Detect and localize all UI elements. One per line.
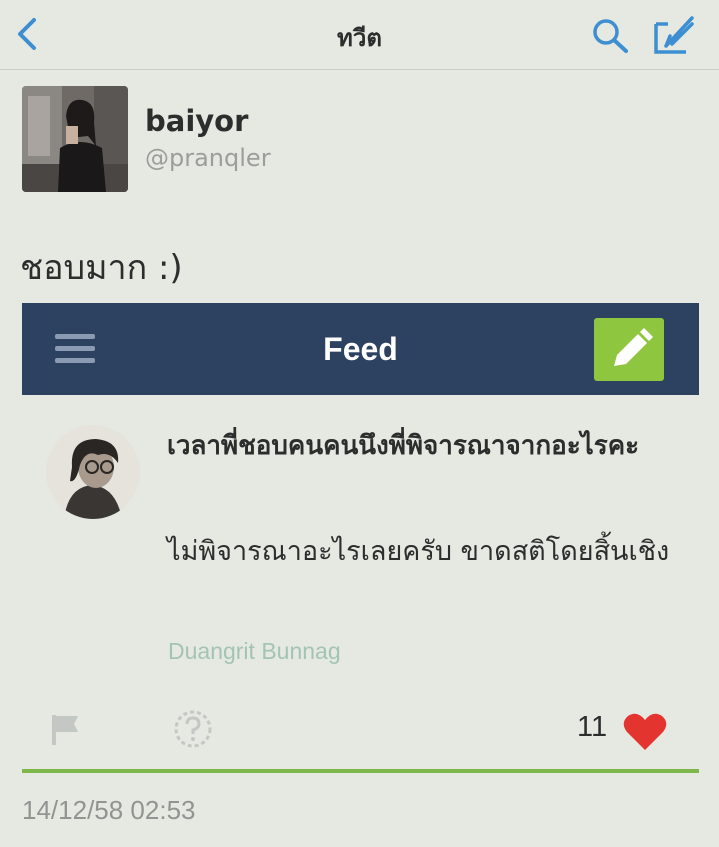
asker-avatar[interactable]	[46, 425, 140, 519]
search-icon	[593, 19, 628, 53]
heart-icon	[623, 713, 667, 750]
search-button[interactable]	[590, 16, 630, 54]
profile-photo	[22, 86, 128, 192]
like-button[interactable]	[622, 712, 668, 752]
avatar[interactable]	[22, 86, 128, 192]
answer-author[interactable]: Duangrit Bunnag	[168, 638, 341, 665]
pencil-icon	[614, 328, 653, 366]
compose-button[interactable]	[652, 14, 698, 56]
edit-button[interactable]	[594, 318, 664, 381]
flag-button[interactable]	[48, 711, 84, 747]
compose-icon	[654, 16, 694, 54]
question-text: เวลาพี่ชอบคนคนนึงพี่พิจารณาจากอะไรคะ	[167, 431, 640, 461]
display-name[interactable]: baiyor	[145, 104, 248, 138]
answer-text: ไม่พิจารณาอะไรเลยครับ ขาดสติโดยสิ้นเชิง	[167, 536, 670, 567]
like-count: 11	[577, 711, 608, 743]
question-button[interactable]	[172, 708, 214, 750]
question-circle-icon	[174, 710, 212, 748]
tweet-text: ชอบมาก :)	[20, 248, 183, 288]
flag-icon	[52, 715, 78, 745]
author-portrait	[46, 425, 140, 519]
divider	[22, 769, 699, 773]
feed-header: Feed	[22, 303, 699, 395]
embedded-screenshot[interactable]: Feed เวลาพี่ชอบคนคนนึงพี่พิจารณาจากอะไรค…	[22, 303, 699, 773]
user-handle[interactable]: @pranqler	[145, 144, 271, 172]
top-nav-bar: ทวีต	[0, 0, 719, 70]
tweet-timestamp: 14/12/58 02:53	[22, 795, 196, 825]
